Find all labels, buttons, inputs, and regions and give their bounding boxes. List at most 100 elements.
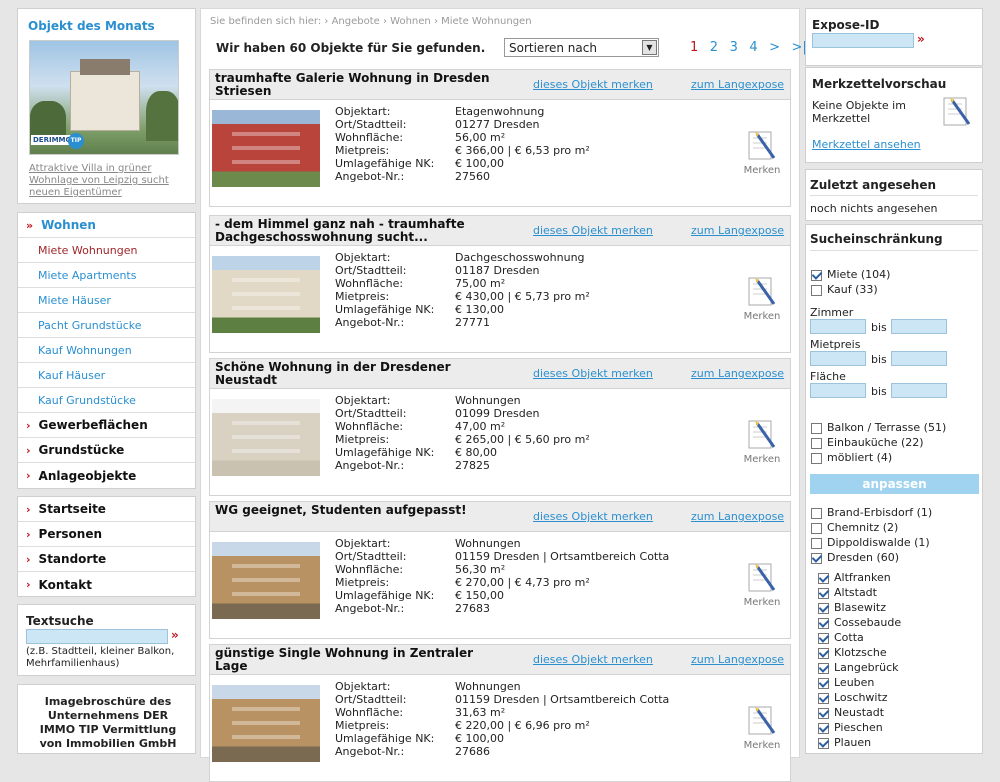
- filter-stadtteil[interactable]: Cotta: [818, 630, 901, 645]
- breadcrumb-wohnen[interactable]: Wohnen: [390, 16, 431, 27]
- filter-stadtteil[interactable]: Altstadt: [818, 585, 901, 600]
- nav-sub-kauf-haeuser[interactable]: Kauf Häuser: [18, 363, 195, 388]
- filter-stadtteil[interactable]: Plauen: [818, 735, 901, 750]
- langexpose-link[interactable]: zum Langexpose: [691, 653, 784, 666]
- filter-stadtteil[interactable]: Klotzsche: [818, 645, 901, 660]
- checkbox-checked[interactable]: [818, 737, 829, 749]
- anpassen-button[interactable]: anpassen: [810, 474, 979, 494]
- checkbox-checked[interactable]: [818, 572, 829, 584]
- checkbox[interactable]: [811, 422, 822, 434]
- mietpreis-from-input[interactable]: [810, 351, 866, 366]
- langexpose-link[interactable]: zum Langexpose: [691, 510, 784, 523]
- filter-ort[interactable]: Chemnitz (2): [811, 520, 932, 535]
- checkbox[interactable]: [811, 437, 822, 449]
- filter-stadtteil[interactable]: Leuben: [818, 675, 901, 690]
- zimmer-from-input[interactable]: [810, 319, 866, 334]
- checkbox-checked[interactable]: [818, 722, 829, 734]
- checkbox-checked[interactable]: [818, 677, 829, 689]
- nav-item-gewerbeflaechen[interactable]: › Gewerbeflächen: [18, 413, 195, 438]
- filter-moebliert[interactable]: möbliert (4): [811, 450, 892, 465]
- nav-item-startseite[interactable]: › Startseite: [18, 497, 195, 522]
- nav-sub-pacht-grundstuecke[interactable]: Pacht Grundstücke: [18, 313, 195, 338]
- filter-miete[interactable]: Miete (104): [811, 267, 890, 282]
- langexpose-link[interactable]: zum Langexpose: [691, 224, 784, 237]
- checkbox[interactable]: [811, 284, 822, 296]
- filter-stadtteil[interactable]: Blasewitz: [818, 600, 901, 615]
- listing-title[interactable]: günstige Single Wohnung in Zentraler Lag…: [215, 647, 495, 673]
- checkbox-checked[interactable]: [818, 692, 829, 704]
- checkbox-checked[interactable]: [818, 707, 829, 719]
- page-1[interactable]: 1: [690, 40, 698, 55]
- nav-item-kontakt[interactable]: › Kontakt: [18, 572, 195, 597]
- checkbox-checked[interactable]: [818, 602, 829, 614]
- expose-id-input[interactable]: [812, 33, 914, 48]
- breadcrumb-miete-wohnungen[interactable]: Miete Wohnungen: [441, 16, 531, 27]
- langexpose-link[interactable]: zum Langexpose: [691, 367, 784, 380]
- objekt-merken-link[interactable]: dieses Objekt merken: [533, 224, 653, 237]
- filter-stadtteil[interactable]: Loschwitz: [818, 690, 901, 705]
- merken-button[interactable]: Merken: [740, 703, 784, 751]
- checkbox-checked[interactable]: [811, 269, 822, 281]
- filter-balkon[interactable]: Balkon / Terrasse (51): [811, 420, 946, 435]
- broschuere-box[interactable]: Imagebroschüre des Unternehmens DER IMMO…: [17, 684, 196, 754]
- nav-item-anlageobjekte[interactable]: › Anlageobjekte: [18, 463, 195, 488]
- search-arrow-icon[interactable]: »: [171, 628, 179, 642]
- checkbox-checked[interactable]: [818, 587, 829, 599]
- checkbox-checked[interactable]: [818, 617, 829, 629]
- breadcrumb-angebote[interactable]: Angebote: [332, 16, 380, 27]
- textsuche-input[interactable]: [26, 629, 168, 644]
- nav-sub-kauf-wohnungen[interactable]: Kauf Wohnungen: [18, 338, 195, 363]
- listing-photo[interactable]: [212, 542, 320, 619]
- nav-item-personen[interactable]: › Personen: [18, 522, 195, 547]
- objekt-merken-link[interactable]: dieses Objekt merken: [533, 510, 653, 523]
- flaeche-to-input[interactable]: [891, 383, 947, 398]
- page-4[interactable]: 4: [749, 40, 757, 55]
- nav-sub-miete-haeuser[interactable]: Miete Häuser: [18, 288, 195, 313]
- merkzettel-ansehen-link[interactable]: Merkzettel ansehen: [812, 138, 921, 151]
- nav-item-standorte[interactable]: › Standorte: [18, 547, 195, 572]
- page-next[interactable]: >: [769, 40, 780, 55]
- page-3[interactable]: 3: [730, 40, 738, 55]
- mietpreis-to-input[interactable]: [891, 351, 947, 366]
- filter-stadtteil[interactable]: Pieschen: [818, 720, 901, 735]
- listing-title[interactable]: - dem Himmel ganz nah - traumhafte Dachg…: [215, 218, 495, 244]
- nav-sub-miete-wohnungen[interactable]: Miete Wohnungen: [18, 238, 195, 263]
- checkbox[interactable]: [811, 452, 822, 464]
- filter-ort[interactable]: Dresden (60): [811, 550, 932, 565]
- checkbox[interactable]: [811, 537, 822, 549]
- checkbox-checked[interactable]: [818, 662, 829, 674]
- expose-arrow-icon[interactable]: »: [917, 32, 925, 46]
- langexpose-link[interactable]: zum Langexpose: [691, 78, 784, 91]
- filter-stadtteil[interactable]: Langebrück: [818, 660, 901, 675]
- filter-einbaukueche[interactable]: Einbauküche (22): [811, 435, 924, 450]
- listing-photo[interactable]: [212, 256, 320, 333]
- merken-button[interactable]: Merken: [740, 417, 784, 465]
- objekt-merken-link[interactable]: dieses Objekt merken: [533, 653, 653, 666]
- listing-photo[interactable]: [212, 110, 320, 187]
- objekt-des-monats-caption[interactable]: Attraktive Villa in grüner Wohnlage von …: [29, 163, 189, 199]
- filter-stadtteil[interactable]: Neustadt: [818, 705, 901, 720]
- merken-button[interactable]: Merken: [740, 274, 784, 322]
- listing-photo[interactable]: [212, 685, 320, 762]
- filter-stadtteil[interactable]: Cossebaude: [818, 615, 901, 630]
- checkbox[interactable]: [811, 552, 822, 564]
- nav-sub-kauf-grundstuecke[interactable]: Kauf Grundstücke: [18, 388, 195, 413]
- flaeche-from-input[interactable]: [810, 383, 866, 398]
- merken-button[interactable]: Merken: [740, 560, 784, 608]
- sort-select[interactable]: Sortieren nach ▼: [504, 38, 659, 57]
- checkbox-checked[interactable]: [818, 632, 829, 644]
- listing-title[interactable]: traumhafte Galerie Wohnung in Dresden St…: [215, 72, 495, 98]
- nav-sub-miete-apartments[interactable]: Miete Apartments: [18, 263, 195, 288]
- filter-ort[interactable]: Brand-Erbisdorf (1): [811, 505, 932, 520]
- page-2[interactable]: 2: [710, 40, 718, 55]
- chevron-down-icon[interactable]: ▼: [642, 40, 657, 55]
- checkbox[interactable]: [811, 507, 822, 519]
- nav-item-grundstuecke[interactable]: › Grundstücke: [18, 438, 195, 463]
- listing-photo[interactable]: [212, 399, 320, 476]
- filter-kauf[interactable]: Kauf (33): [811, 282, 878, 297]
- zimmer-to-input[interactable]: [891, 319, 947, 334]
- nav-item-wohnen[interactable]: » Wohnen: [18, 213, 195, 238]
- objekt-des-monats-image[interactable]: DERIMMO TIP: [29, 40, 179, 155]
- filter-stadtteil[interactable]: Altfranken: [818, 570, 901, 585]
- listing-title[interactable]: Schöne Wohnung in der Dresdener Neustadt: [215, 361, 495, 387]
